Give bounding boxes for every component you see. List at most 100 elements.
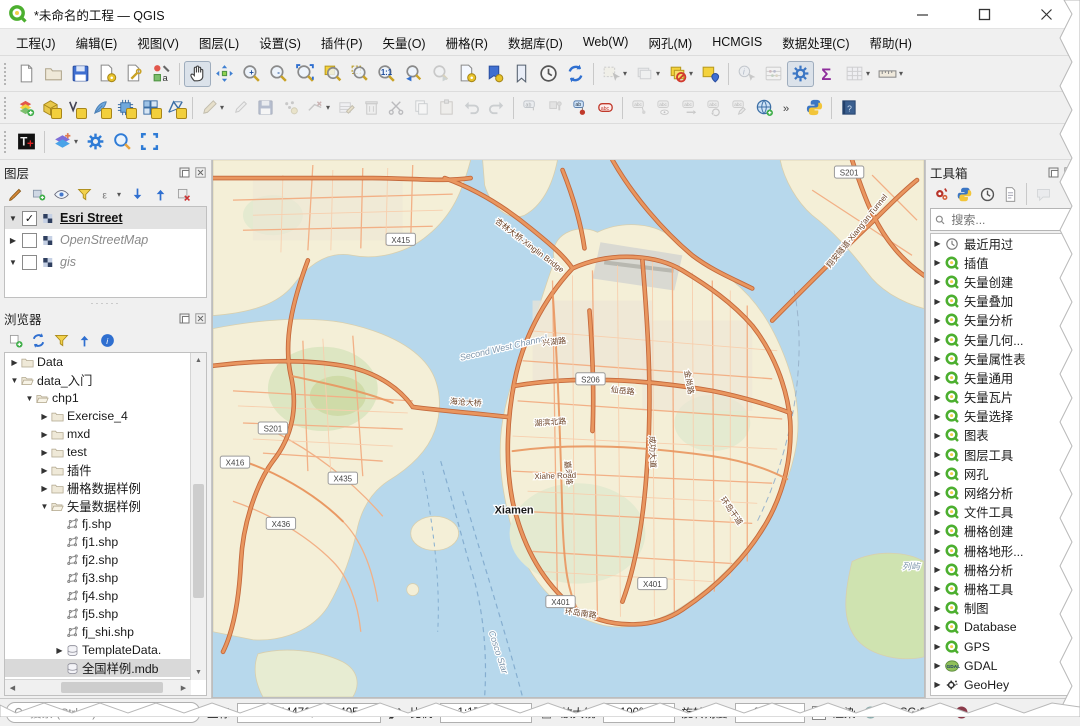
browser-item-TemplateData-[interactable]: ▶TemplateData. [5, 641, 191, 659]
tree-expander-icon[interactable]: ▶ [931, 297, 944, 306]
layer-item-gis[interactable]: ▼gis [5, 251, 206, 273]
processing-toolbox-toggle-button[interactable] [787, 61, 814, 87]
tree-expander-icon[interactable]: ▶ [39, 466, 50, 475]
tree-expander-icon[interactable]: ▶ [931, 277, 944, 286]
python-console-button[interactable] [802, 96, 827, 120]
toolbox-item-矢量叠加[interactable]: ▶矢量叠加 [931, 292, 1075, 311]
menu-5[interactable]: 设置(S) [249, 29, 311, 56]
toolbox-item-网孔[interactable]: ▶网孔 [931, 464, 1075, 483]
collapse-all-button[interactable] [149, 184, 171, 205]
tree-expander-icon[interactable]: ▶ [931, 642, 944, 651]
toolbox-item-Database[interactable]: ▶Database [931, 618, 1075, 637]
scroll-left-icon[interactable]: ◀ [5, 680, 20, 695]
scroll-down-icon[interactable]: ▼ [191, 665, 206, 680]
maximize-button[interactable] [976, 6, 992, 22]
toolbox-item-栅格工具[interactable]: ▶栅格工具 [931, 579, 1075, 598]
toolbox-item-栅格创建[interactable]: ▶栅格创建 [931, 522, 1075, 541]
toolbox-panel-close-icon[interactable] [1063, 166, 1076, 179]
metasearch-button[interactable] [752, 96, 777, 120]
toolbox-item-矢量分析[interactable]: ▶矢量分析 [931, 311, 1075, 330]
new-map-view-button[interactable] [454, 61, 481, 87]
toolbox-search-input[interactable] [949, 212, 1071, 228]
browser-item-fj3-shp[interactable]: fj3.shp [5, 569, 191, 587]
toolbox-item-栅格分析[interactable]: ▶栅格分析 [931, 560, 1075, 579]
tree-expander-icon[interactable]: ▶ [39, 412, 50, 421]
menu-2[interactable]: 编辑(E) [66, 29, 128, 56]
expand-all-button[interactable] [126, 184, 148, 205]
menu-12[interactable]: HCMGIS [702, 31, 772, 53]
history-button[interactable] [976, 184, 998, 205]
layer-item-esri-street[interactable]: ▼✓Esri Street [5, 207, 206, 229]
toolbar-grip[interactable] [4, 131, 9, 153]
toolbox-item-GDAL[interactable]: ▶GDALGDAL [931, 656, 1075, 675]
layers-panel-float-icon[interactable] [178, 166, 191, 179]
refresh-map-button[interactable] [562, 61, 589, 87]
browser-item-fj_shi-shp[interactable]: fj_shi.shp [5, 623, 191, 641]
layout-manager-button[interactable] [121, 61, 148, 87]
tree-expander-icon[interactable]: ▶ [931, 316, 944, 325]
python-scripts-button[interactable] [953, 184, 975, 205]
toolbox-item-图表[interactable]: ▶图表 [931, 426, 1075, 445]
layer-item-openstreetmap[interactable]: ▶OpenStreetMap [5, 229, 206, 251]
coordinate-extent-icon[interactable] [388, 705, 403, 720]
coordinate-field[interactable]: 13144470,2824405 [237, 703, 381, 723]
tree-expander-icon[interactable]: ▶ [931, 527, 944, 536]
menu-13[interactable]: 数据处理(C) [772, 29, 859, 56]
layer-expander-icon[interactable]: ▼ [8, 258, 18, 267]
browser-panel-float-icon[interactable] [178, 312, 191, 325]
tree-expander-icon[interactable]: ▶ [931, 565, 944, 574]
tree-expander-icon[interactable]: ▶ [931, 354, 944, 363]
layer-expander-icon[interactable]: ▶ [8, 236, 18, 245]
layer-visibility-checkbox[interactable] [22, 233, 37, 248]
tree-expander-icon[interactable]: ▼ [9, 376, 20, 385]
toolbox-item-矢量瓦片[interactable]: ▶矢量瓦片 [931, 388, 1075, 407]
toolbox-item-矢量通用[interactable]: ▶矢量通用 [931, 368, 1075, 387]
toolbox-item-矢量属性表[interactable]: ▶矢量属性表 [931, 349, 1075, 368]
toolbox-item-矢量几何[interactable]: ▶矢量几何... [931, 330, 1075, 349]
deselect-all-layers-button[interactable] [664, 61, 691, 87]
open-layer-styling-button[interactable] [4, 184, 26, 205]
toolbox-item-制图[interactable]: ▶制图 [931, 599, 1075, 618]
highlight-pinned-labels-button[interactable]: ab [568, 96, 593, 120]
browser-item-fj4-shp[interactable]: fj4.shp [5, 587, 191, 605]
zoom-to-layer-button[interactable] [319, 61, 346, 87]
toolbox-item-网络分析[interactable]: ▶网络分析 [931, 483, 1075, 502]
browser-item-fj5-shp[interactable]: fj5.shp [5, 605, 191, 623]
help-contents-button[interactable]: ? [836, 96, 861, 120]
close-button[interactable] [1038, 6, 1054, 22]
new-spatial-bookmark-button[interactable] [481, 61, 508, 87]
menu-6[interactable]: 插件(P) [311, 29, 373, 56]
browser-item-矢量数据样例[interactable]: ▼矢量数据样例 [5, 497, 191, 515]
zoom-full-button[interactable] [292, 61, 319, 87]
tree-expander-icon[interactable]: ▶ [931, 584, 944, 593]
scroll-right-icon[interactable]: ▶ [176, 680, 191, 695]
browser-item-Exercise_4[interactable]: ▶Exercise_4 [5, 407, 191, 425]
add-basemap-button[interactable] [49, 129, 76, 155]
locator-search[interactable]: 搜索 (Ctrl+K) [6, 702, 200, 723]
toolbox-search[interactable] [930, 208, 1076, 231]
tree-expander-icon[interactable]: ▶ [931, 546, 944, 555]
toolbox-item-GPS[interactable]: ▶GPS [931, 637, 1075, 656]
results-viewer-button[interactable] [999, 184, 1021, 205]
browser-panel-close-icon[interactable] [194, 312, 207, 325]
temporal-controller-button[interactable] [535, 61, 562, 87]
menu-3[interactable]: 视图(V) [127, 29, 189, 56]
new-print-layout-button[interactable] [94, 61, 121, 87]
browser-item-fj2-shp[interactable]: fj2.shp [5, 551, 191, 569]
refresh-browser-button[interactable] [27, 330, 49, 351]
toolbar-grip[interactable] [4, 63, 9, 85]
filter-by-expression-button[interactable]: ε [96, 184, 118, 205]
browser-item-test[interactable]: ▶test [5, 443, 191, 461]
style-manager-button[interactable]: a [148, 61, 175, 87]
tree-expander-icon[interactable]: ▶ [931, 393, 944, 402]
tree-expander-icon[interactable]: ▶ [931, 623, 944, 632]
new-shapefile-layer-button[interactable] [63, 96, 88, 120]
tree-expander-icon[interactable]: ▼ [24, 394, 35, 403]
filter-by-expression-dropdown-icon[interactable]: ▾ [117, 190, 125, 199]
data-source-manager-button[interactable] [13, 96, 38, 120]
minimize-button[interactable] [914, 6, 930, 22]
manage-map-themes-button[interactable] [50, 184, 72, 205]
menu-7[interactable]: 矢量(O) [373, 29, 436, 56]
zoom-native-button[interactable]: 1:1 [373, 61, 400, 87]
menu-8[interactable]: 栅格(R) [436, 29, 498, 56]
